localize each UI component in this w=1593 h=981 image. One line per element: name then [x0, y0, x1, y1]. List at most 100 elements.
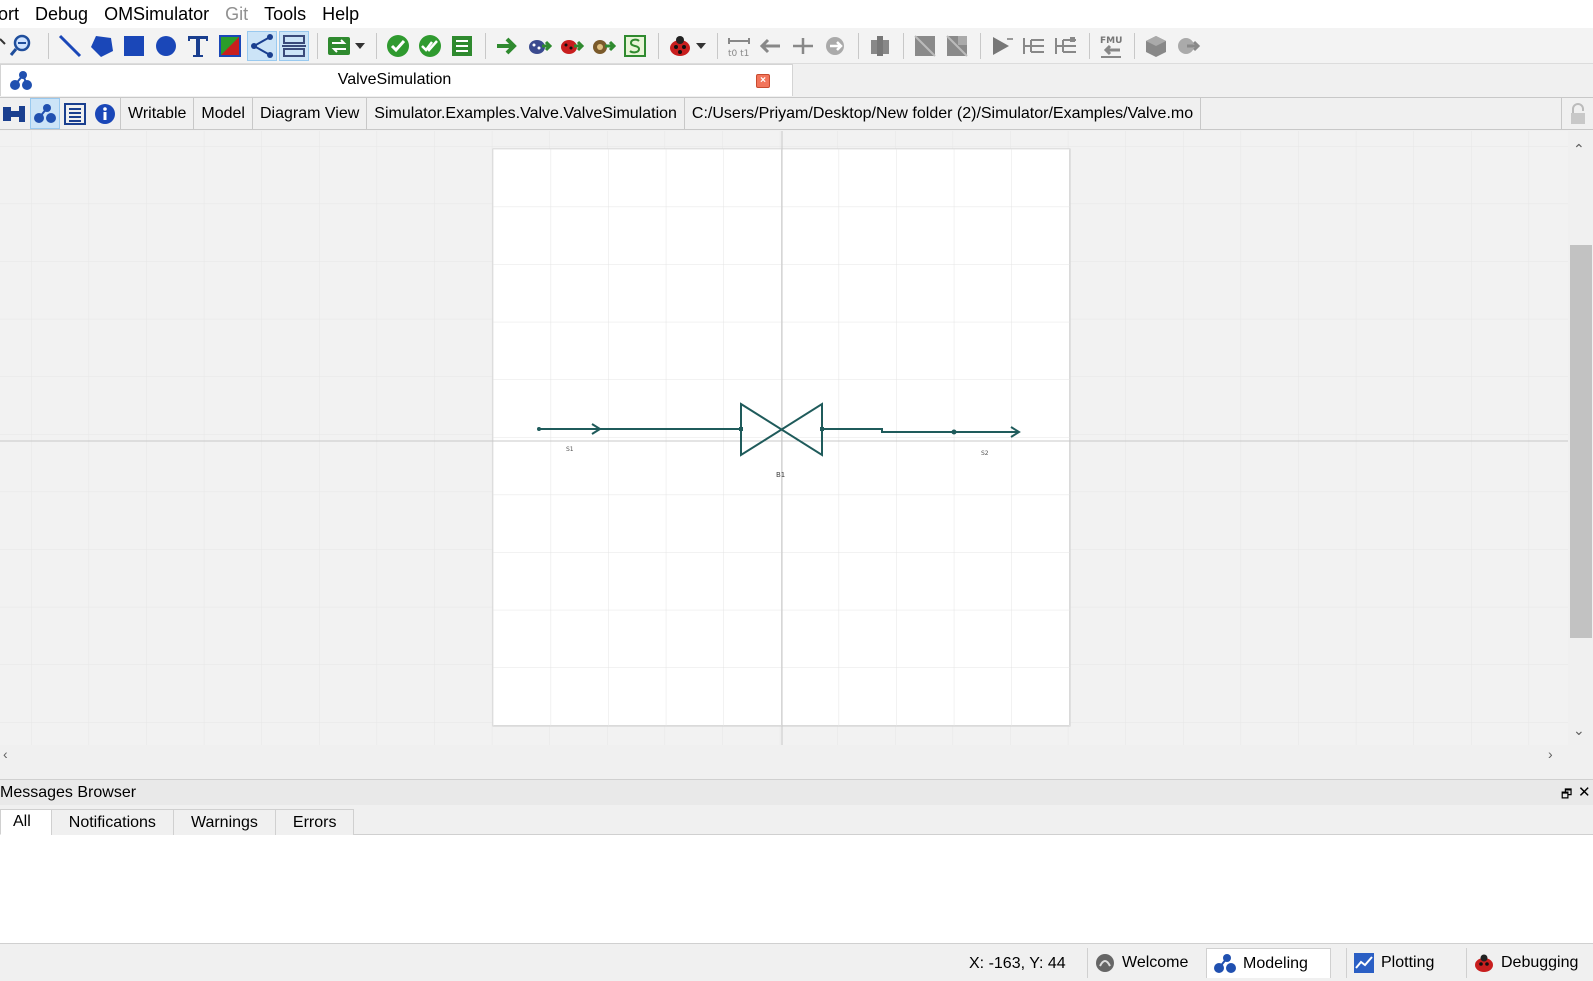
perspective-plotting-label: Plotting: [1381, 954, 1435, 971]
perspective-plotting[interactable]: Plotting: [1346, 948, 1454, 978]
chevron-down-icon: [355, 42, 365, 49]
vertical-scrollbar-thumb[interactable]: [1570, 245, 1592, 638]
rectangle-tool-button[interactable]: [119, 31, 149, 61]
access-label: Writable: [120, 98, 193, 129]
diagram-view-icon: [34, 103, 56, 123]
close-tab-button[interactable]: ×: [756, 74, 770, 88]
debugger-dropdown[interactable]: [695, 31, 707, 61]
export-ssp-icon: [1146, 35, 1166, 57]
line-tool-button[interactable]: [55, 31, 85, 61]
ssp-connector-button[interactable]: [987, 31, 1017, 61]
document-tab-title: ValveSimulation: [337, 71, 452, 88]
tab-errors[interactable]: Errors: [274, 809, 355, 835]
menu-debug[interactable]: Debug: [27, 4, 96, 25]
simulate-button[interactable]: [492, 31, 522, 61]
messages-list[interactable]: [0, 835, 1593, 944]
messages-browser-title: Messages Browser: [0, 784, 137, 801]
instantiate-model-button[interactable]: [447, 31, 477, 61]
ssp-tlm-bus-button[interactable]: [1051, 31, 1081, 61]
documentation-view-button[interactable]: [90, 98, 120, 129]
toolbar-separator: [376, 32, 377, 59]
model-info-bar: Writable Model Diagram View Simulator.Ex…: [0, 97, 1593, 130]
text-tool-button[interactable]: [183, 31, 213, 61]
polygon-tool-button[interactable]: [87, 31, 117, 61]
ellipse-tool-button[interactable]: [151, 31, 181, 61]
simulation-setup-icon: [328, 36, 350, 55]
diagram-view-button[interactable]: [30, 98, 60, 129]
main-toolbar: t0 t1 FMU: [0, 28, 1593, 64]
float-dock-button[interactable]: 🗗: [1561, 785, 1572, 806]
lock-button[interactable]: [1561, 98, 1593, 129]
fmu-import-button[interactable]: FMU: [1096, 31, 1126, 61]
check-all-models-button[interactable]: [415, 31, 445, 61]
menu-tools[interactable]: Tools: [256, 4, 314, 25]
ssp-bus-icon: [1023, 37, 1044, 54]
menu-bar: ort Debug OMSimulator Git Tools Help: [0, 0, 1593, 28]
status-bar: X: -163, Y: 44 Welcome Modeling Plotting…: [0, 945, 1593, 981]
transition-mode-button[interactable]: [279, 30, 309, 61]
simulate-ssp-button[interactable]: [620, 31, 650, 61]
time-range-button[interactable]: t0 t1: [724, 31, 754, 61]
debugger-icon: [670, 35, 690, 56]
step-marker-button[interactable]: [788, 31, 818, 61]
svg-text:FMU: FMU: [1100, 36, 1122, 46]
ssp-system-button[interactable]: [910, 31, 940, 61]
debugging-icon: [1475, 954, 1493, 972]
ssp-subsystem-button[interactable]: [942, 31, 972, 61]
tab-all[interactable]: All: [0, 809, 52, 835]
perspective-welcome[interactable]: Welcome: [1087, 948, 1206, 978]
scroll-right-icon[interactable]: ›: [1548, 746, 1553, 762]
simulate-debugger-icon: [529, 39, 552, 54]
horizontal-scrollbar[interactable]: [0, 745, 1568, 763]
perspective-modeling[interactable]: Modeling: [1206, 948, 1331, 978]
step-back-button[interactable]: [756, 31, 786, 61]
transition-mode-icon: [282, 34, 306, 57]
zoom-out-button[interactable]: [0, 31, 40, 61]
instantiate-model-icon: [452, 35, 472, 56]
diagram-canvas[interactable]: S1 B1 S2: [0, 131, 1593, 745]
scroll-down-icon[interactable]: ⌄: [1573, 722, 1585, 739]
debugger-button[interactable]: [665, 31, 695, 61]
ssp-bus-button[interactable]: [1019, 31, 1049, 61]
ssp-forward-icon: [826, 36, 844, 55]
plotting-icon: [1354, 953, 1374, 973]
simulate-ssp-model-button[interactable]: [1173, 31, 1203, 61]
scroll-up-icon[interactable]: ⌃: [1573, 141, 1585, 158]
step-back-icon: [759, 38, 780, 53]
text-view-icon: [64, 102, 86, 125]
perspective-debugging-label: Debugging: [1501, 954, 1579, 971]
menu-omsimulator[interactable]: OMSimulator: [96, 4, 217, 25]
menu-git[interactable]: Git: [217, 4, 256, 25]
scroll-left-icon[interactable]: ‹: [3, 746, 8, 762]
label-s1: S1: [566, 446, 574, 453]
simulate-animation-button[interactable]: [588, 31, 618, 61]
bitmap-tool-icon: [219, 34, 241, 57]
time-range-icon: t0 t1: [728, 37, 750, 59]
text-tool-icon: [188, 35, 208, 57]
menu-import[interactable]: ort: [0, 4, 27, 25]
class-name-label: Simulator.Examples.Valve.ValveSimulation: [366, 98, 684, 129]
toolbar-separator: [980, 32, 981, 59]
perspective-debugging[interactable]: Debugging: [1466, 948, 1593, 978]
export-ssp-button[interactable]: [1141, 31, 1171, 61]
tab-notifications[interactable]: Notifications: [50, 809, 174, 835]
text-view-button[interactable]: [60, 98, 90, 129]
simulation-setup-dropdown[interactable]: [354, 31, 366, 61]
toolbar-separator: [317, 32, 318, 59]
menu-help[interactable]: Help: [314, 4, 367, 25]
simulate-debugger-button[interactable]: [524, 31, 554, 61]
add-component-button[interactable]: [865, 31, 895, 61]
simulation-setup-button[interactable]: [324, 31, 354, 61]
messages-tab-bar: All Notifications Warnings Errors: [0, 809, 1593, 835]
check-model-icon: [387, 34, 409, 57]
tab-warnings[interactable]: Warnings: [172, 809, 276, 835]
connect-mode-button[interactable]: [247, 30, 277, 61]
simulate-algorithmic-debugger-button[interactable]: [556, 31, 586, 61]
ssp-forward-button[interactable]: [820, 31, 850, 61]
document-tab-valvesimulation[interactable]: ValveSimulation ×: [0, 64, 793, 96]
welcome-icon: [1096, 954, 1114, 972]
check-model-button[interactable]: [383, 31, 413, 61]
bitmap-tool-button[interactable]: [215, 31, 245, 61]
close-dock-button[interactable]: ✕: [1578, 783, 1591, 801]
icon-view-button[interactable]: [0, 98, 30, 129]
